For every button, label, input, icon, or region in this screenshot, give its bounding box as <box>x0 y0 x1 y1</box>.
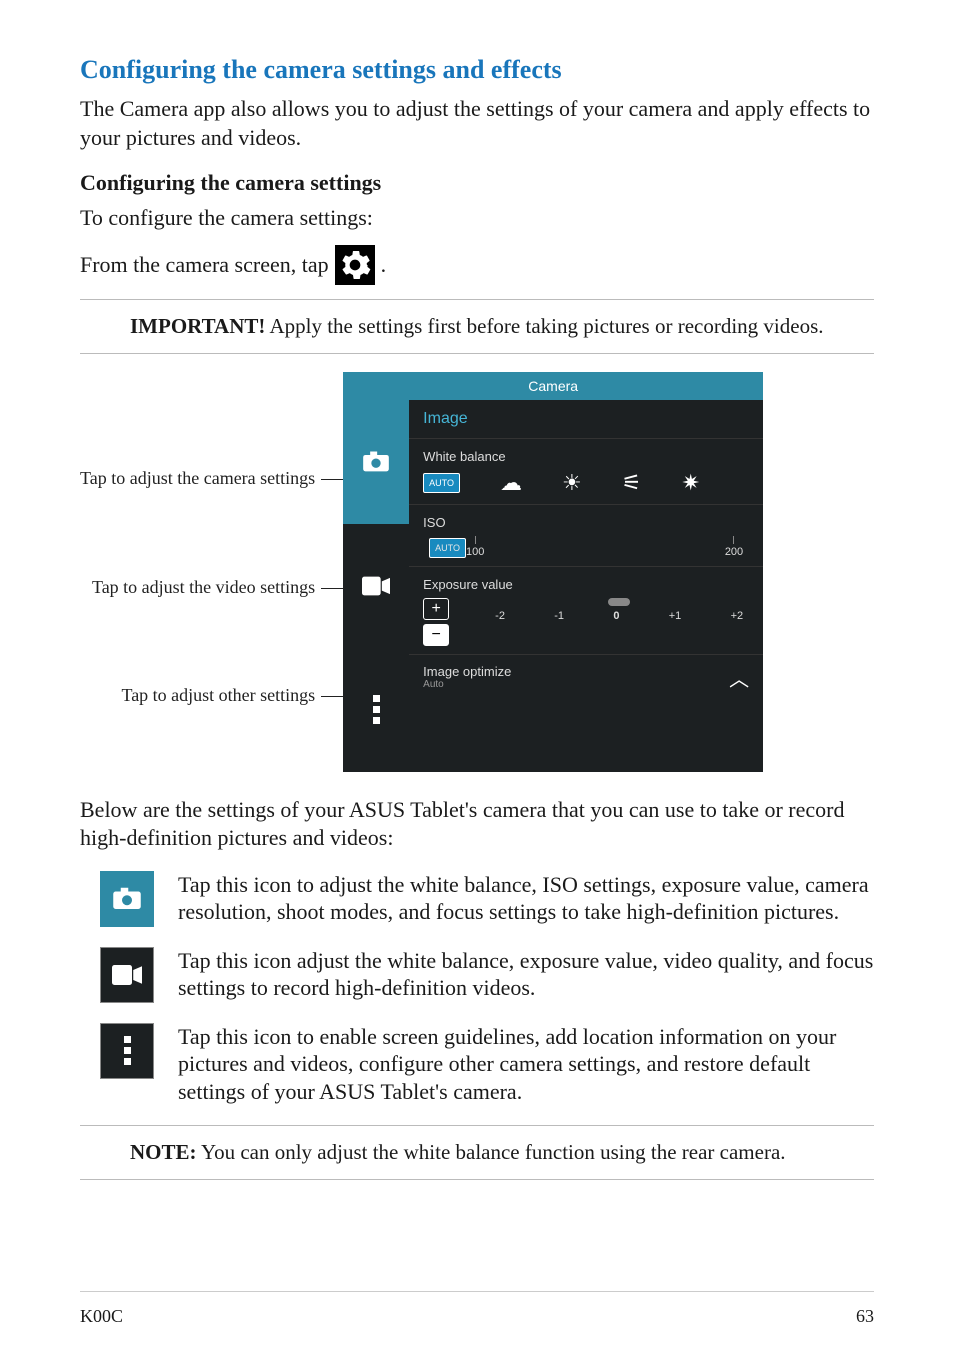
important-body: Apply the settings first before taking p… <box>269 314 823 338</box>
ev-plus-button[interactable]: + <box>423 598 449 620</box>
important-callout: IMPORTANT! Apply the settings first befo… <box>80 299 874 354</box>
cloud-icon[interactable]: ☁ <box>500 470 522 496</box>
page-number: 63 <box>856 1306 874 1327</box>
other-icon <box>100 1023 154 1079</box>
camera-icon <box>100 871 154 927</box>
ev-p1: +1 <box>669 610 682 622</box>
wb-label: White balance <box>423 449 749 464</box>
sun-icon[interactable]: ☀ <box>562 470 582 496</box>
ev-m2: -2 <box>495 610 505 622</box>
iso-auto-badge[interactable]: AUTO <box>429 538 466 558</box>
intro-text: The Camera app also allows you to adjust… <box>80 95 874 152</box>
ev-label: Exposure value <box>423 577 749 592</box>
video-desc: Tap this icon adjust the white balance, … <box>178 947 874 1002</box>
note-lead: NOTE: <box>130 1140 197 1164</box>
optimize-label: Image optimize <box>423 664 511 679</box>
tab-other[interactable] <box>343 648 409 772</box>
tab-video[interactable] <box>343 524 409 648</box>
important-lead: IMPORTANT! <box>130 314 265 338</box>
section-title: Configuring the camera settings and effe… <box>80 55 874 85</box>
label-camera: Tap to adjust the camera settings <box>80 468 315 488</box>
note-body: You can only adjust the white balance fu… <box>201 1140 786 1164</box>
ev-p2: +2 <box>731 610 744 622</box>
below-text: Below are the settings of your ASUS Tabl… <box>80 796 874 853</box>
to-configure: To configure the camera settings: <box>80 204 874 233</box>
period: . <box>381 252 387 278</box>
sub-heading: Configuring the camera settings <box>80 170 874 196</box>
iso-200[interactable]: 200 <box>725 546 743 558</box>
tab-camera[interactable] <box>343 400 409 524</box>
gear-icon <box>335 245 375 285</box>
iso-label: ISO <box>423 515 749 530</box>
camera-desc: Tap this icon to adjust the white balanc… <box>178 871 874 926</box>
ev-slider-thumb[interactable] <box>608 598 630 606</box>
footer-left: K00C <box>80 1306 123 1327</box>
ev-minus-button[interactable]: − <box>423 624 449 646</box>
label-video: Tap to adjust the video settings <box>92 577 315 597</box>
other-desc: Tap this icon to enable screen guideline… <box>178 1023 874 1106</box>
ev-0: 0 <box>613 610 619 622</box>
video-icon <box>100 947 154 1003</box>
chevron-up-icon[interactable]: ︿ <box>729 663 749 692</box>
from-screen-text: From the camera screen, tap <box>80 252 329 278</box>
ev-m1: -1 <box>554 610 564 622</box>
note-callout: NOTE: You can only adjust the white bala… <box>80 1125 874 1180</box>
screenshot-header: Camera <box>343 372 763 400</box>
image-tab-label: Image <box>423 410 749 428</box>
fluorescent-icon[interactable]: ⚟ <box>622 470 642 496</box>
wb-auto-badge[interactable]: AUTO <box>423 473 460 493</box>
label-other: Tap to adjust other settings <box>121 685 315 705</box>
optimize-sub: Auto <box>423 679 511 690</box>
camera-settings-screenshot: Camera Image White balance AUTO ☁ ☀ ⚟ <box>343 372 763 772</box>
iso-100[interactable]: 100 <box>466 546 484 558</box>
incandescent-icon[interactable]: ✷ <box>681 470 699 496</box>
